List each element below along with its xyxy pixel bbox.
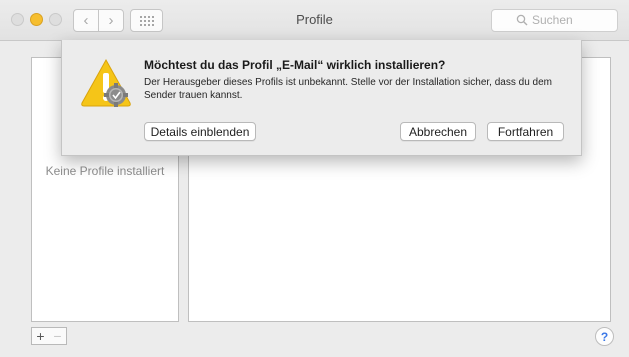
warning-gear-icon: [81, 58, 131, 107]
remove-profile-button[interactable]: −: [49, 327, 67, 345]
search-field[interactable]: Suchen: [491, 9, 618, 32]
help-icon: ?: [600, 329, 609, 344]
continue-button[interactable]: Fortfahren: [487, 122, 564, 141]
cancel-button[interactable]: Abbrechen: [400, 122, 476, 141]
preferences-window: ‹ › Profile Suchen Keine Profile install…: [0, 0, 629, 357]
search-placeholder: Suchen: [532, 13, 573, 27]
title-bar: ‹ › Profile Suchen: [0, 0, 629, 41]
empty-list-text: Keine Profile installiert: [45, 164, 165, 178]
help-button[interactable]: ?: [595, 327, 614, 346]
dialog-message: Der Herausgeber dieses Profils ist unbek…: [144, 77, 552, 101]
dialog-heading: Möchtest du das Profil „E-Mail“ wirklich…: [144, 58, 446, 72]
install-confirmation-sheet: Möchtest du das Profil „E-Mail“ wirklich…: [61, 40, 582, 156]
add-profile-button[interactable]: +: [31, 327, 50, 345]
show-details-button[interactable]: Details einblenden: [144, 122, 256, 141]
search-icon: [516, 14, 528, 26]
